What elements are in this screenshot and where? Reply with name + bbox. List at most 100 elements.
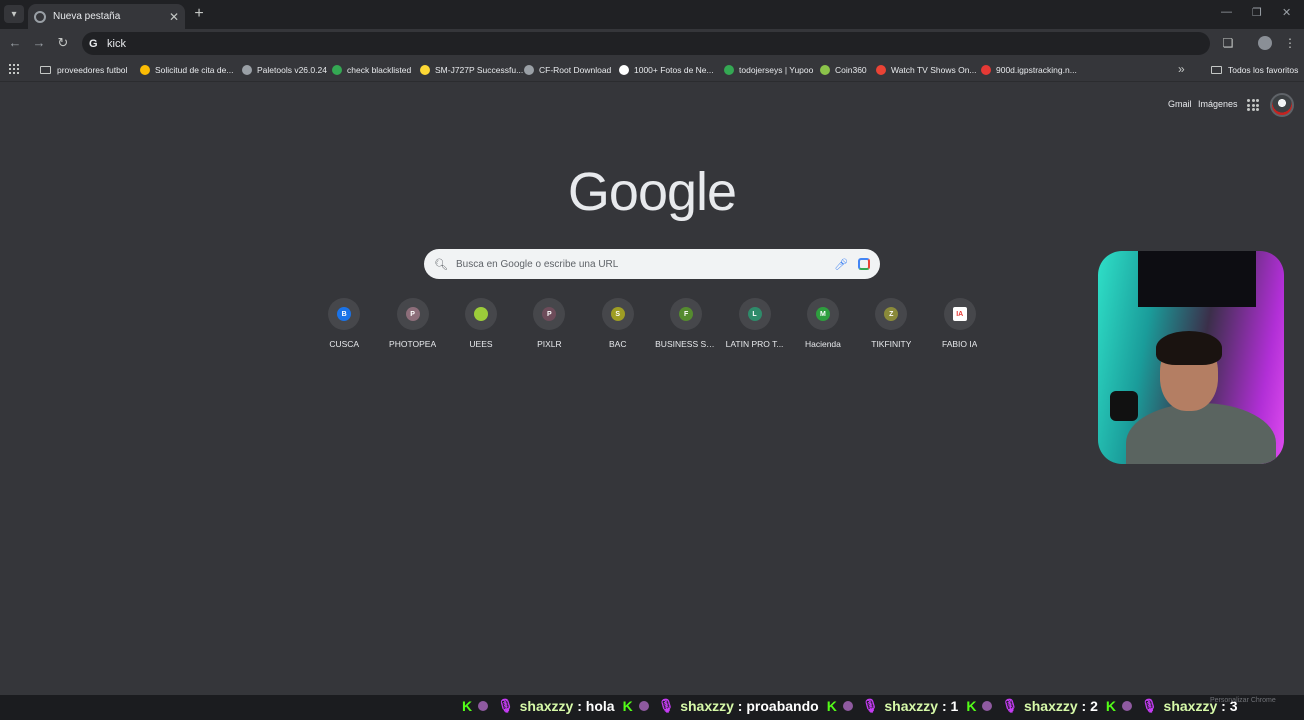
new-tab-button[interactable]: + [191, 5, 207, 23]
apps-grid-icon[interactable] [9, 64, 19, 74]
microphone-icon[interactable]: 🎤︎ [834, 258, 848, 271]
bookmark-item[interactable]: check blacklisted [332, 63, 411, 77]
bookmark-item[interactable]: todojerseys | Yupoo [724, 63, 813, 77]
chat-separator: : [1077, 698, 1091, 714]
shortcut-tile[interactable]: Z TIKFINITY [857, 298, 925, 349]
webcam-overlay [1098, 251, 1284, 464]
shortcut-icon-circle: P [533, 298, 566, 330]
google-lens-icon[interactable] [858, 258, 870, 270]
bookmark-favicon [619, 65, 629, 75]
tab-new-tab[interactable]: Nueva pestaña ✕ [28, 4, 185, 29]
back-icon[interactable]: ← [7, 35, 23, 51]
user-emote-icon [638, 701, 649, 711]
bookmark-item[interactable]: 900d.igpstracking.n... [981, 63, 1077, 77]
bookmark-item[interactable]: SM-J727P Successfu... [420, 63, 523, 77]
chat-message: hola [585, 698, 615, 714]
microphone-icon: 🎙︎ [861, 698, 879, 713]
extensions-icon[interactable]: ❏ [1221, 36, 1235, 50]
shortcut-icon-circle: B [328, 298, 361, 330]
shortcut-tile[interactable]: P PIXLR [515, 298, 583, 349]
profile-icon[interactable] [1258, 36, 1272, 50]
shortcut-label: CUSCA [329, 339, 360, 349]
bookmark-label: 1000+ Fotos de Ne... [634, 65, 714, 75]
window-close-icon[interactable]: ✕ [1282, 6, 1291, 19]
avatar[interactable] [1270, 93, 1294, 117]
bookmark-item[interactable]: Watch TV Shows On... [876, 63, 977, 77]
close-icon[interactable]: ✕ [169, 10, 179, 24]
globe-icon [524, 65, 534, 75]
images-link[interactable]: Imágenes [1198, 99, 1238, 109]
user-emote-icon [1122, 701, 1133, 711]
folder-icon [40, 66, 51, 74]
chrome-icon [34, 10, 46, 23]
restore-icon[interactable]: ❐ [1252, 6, 1262, 19]
shortcut-tile[interactable]: UEES [447, 298, 515, 349]
user-emote-icon [842, 701, 853, 711]
webcam-person-hair [1156, 331, 1222, 365]
bookmarks-bar: proveedores futbol Solicitud de cita de..… [0, 58, 1304, 82]
bookmark-label: SM-J727P Successfu... [435, 65, 524, 75]
chat-message: 1 [950, 698, 959, 714]
tab-strip: ▾ Nueva pestaña ✕ + — ❐ ✕ [0, 0, 1304, 29]
bookmark-item[interactable]: proveedores futbol [40, 63, 127, 77]
gmail-link[interactable]: Gmail [1168, 99, 1192, 109]
bookmark-item[interactable]: Solicitud de cita de... [140, 63, 233, 77]
shortcut-favicon-icon [473, 307, 488, 321]
reload-icon[interactable]: ↻ [55, 35, 71, 51]
chat-separator: : [938, 698, 951, 714]
chat-separator: : [573, 698, 586, 714]
folder-icon [1211, 66, 1222, 74]
tab-search-button[interactable]: ▾ [4, 5, 24, 23]
microphone-icon: 🎙︎ [1141, 698, 1158, 713]
shortcut-favicon-icon: P [405, 307, 420, 321]
shortcut-tile[interactable]: M Hacienda [789, 298, 857, 349]
chat-message: 2 [1090, 698, 1098, 714]
search-box[interactable]: 🔍︎ 🎤︎ [424, 249, 880, 279]
chat-username: shaxzzy [884, 698, 939, 714]
omnibox-text[interactable]: kick [107, 38, 126, 50]
bookmark-favicon [140, 65, 150, 75]
shortcut-tile[interactable]: P PHOTOPEA [378, 298, 446, 349]
forward-icon[interactable]: → [31, 35, 47, 51]
omnibox[interactable]: G kick [82, 32, 1210, 55]
shortcut-tile[interactable]: S BAC [584, 298, 652, 349]
bookmark-label: Watch TV Shows On... [891, 65, 977, 75]
chat-message: proabando [746, 698, 819, 714]
customize-chrome-label[interactable]: Personalizar Chrome [1210, 697, 1276, 704]
bookmark-item[interactable]: CF-Root Download [524, 63, 611, 77]
google-logo: Google [567, 162, 737, 222]
shortcut-tile[interactable]: B CUSCA [310, 298, 378, 349]
all-bookmarks-button[interactable]: Todos los favoritos [1211, 63, 1298, 77]
webcam-background-shape [1138, 251, 1256, 307]
shortcut-tile[interactable]: IA FABIO IA [926, 298, 994, 349]
bookmark-item[interactable]: 1000+ Fotos de Ne... [619, 63, 714, 77]
shortcut-label: FABIO IA [941, 339, 978, 349]
microphone-icon: 🎙︎ [497, 698, 514, 713]
bookmark-item[interactable]: Coin360 [820, 63, 867, 77]
shortcut-tile[interactable]: F BUSINESS SU... [652, 298, 720, 349]
shortcut-icon-circle: Z [875, 298, 908, 330]
bookmark-favicon [332, 65, 342, 75]
webcam-microphone [1110, 391, 1138, 421]
google-apps-icon[interactable] [1247, 99, 1259, 111]
shortcut-tile[interactable]: L LATIN PRO T... [720, 298, 788, 349]
shortcut-icon-circle: F [670, 298, 703, 330]
shortcut-icon-circle [464, 298, 497, 330]
webcam-person-body [1126, 403, 1276, 464]
shortcut-favicon-icon: S [610, 307, 625, 321]
kick-badge-icon: K [966, 698, 977, 714]
kick-badge-icon: K [1105, 698, 1117, 714]
bookmark-item[interactable]: Paletools v26.0.24 [242, 63, 327, 77]
chat-separator: : [733, 698, 747, 714]
shortcut-label: BAC [609, 339, 627, 349]
bookmark-label: check blacklisted [347, 65, 412, 75]
smiley-icon [420, 65, 430, 75]
chevron-double-right-icon[interactable]: » [1178, 62, 1185, 76]
minimize-icon[interactable]: — [1221, 6, 1232, 18]
search-icon: 🔍︎ [434, 258, 448, 271]
shortcut-label: Hacienda [804, 339, 841, 349]
search-input[interactable] [456, 258, 835, 270]
bookmark-favicon [724, 65, 734, 75]
menu-icon[interactable]: ⋮ [1283, 36, 1297, 50]
globe-icon [242, 65, 252, 75]
